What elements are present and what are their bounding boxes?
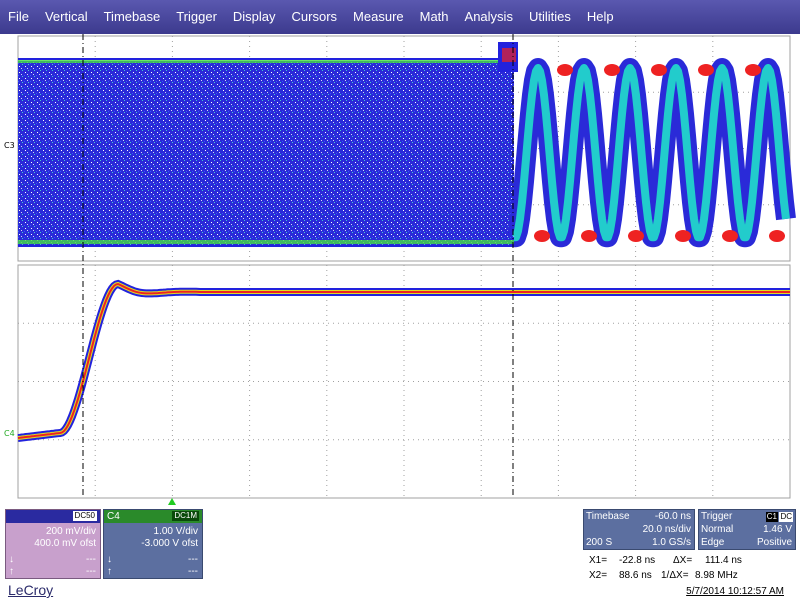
c4-value-1: --- [188,554,198,565]
brand-logo: LeCroy [8,582,54,598]
trigger-coupling-badge: DC [779,512,793,522]
timebase-panel[interactable]: Timebase -60.0 ns 20.0 ns/div 200 S 1.0 … [583,509,695,550]
menu-trigger[interactable]: Trigger [168,0,225,34]
timestamp: 5/7/2014 10:12:57 AM [686,586,784,597]
c4-descriptor-panel[interactable]: C4 DC1M 1.00 V/div -3.000 V ofst ↓ --- ↑… [103,509,203,579]
trigger-mode: Normal [701,524,734,535]
waveform-canvas[interactable] [0,34,800,504]
inv-dx-label: 1/ΔX= [661,570,689,581]
trigger-type: Edge [701,537,725,548]
inv-dx-value: 8.98 MHz [695,570,738,581]
menu-bar: File Vertical Timebase Trigger Display Cursor… [0,0,800,34]
trigger-panel[interactable]: Trigger C1 DC Normal 1.46 V Edge Positiv… [698,509,796,550]
arrow-down-icon: ↓ [9,554,14,565]
x1-label: X1= [589,555,608,566]
menu-display[interactable]: Display [225,0,284,34]
trigger-level-arrow[interactable] [168,498,176,505]
timebase-delay: -60.0 ns [654,511,691,522]
menu-file[interactable]: File [0,0,37,34]
arrow-up-icon: ↑ [107,566,112,577]
c3-channel-marker[interactable]: C3 [4,141,15,150]
trigger-slope: Positive [756,537,792,548]
c3-value-1: --- [86,554,96,565]
timebase-samples: 200 S [586,537,613,548]
c4-vdiv: 1.00 V/div [153,526,198,537]
c3-coupling-badge: DC50 [72,511,97,521]
waveform-display[interactable]: C3 C4 [0,34,800,504]
arrow-down-icon: ↓ [107,554,112,565]
dx-value: 111.4 ns [705,555,742,566]
menu-utilities[interactable]: Utilities [521,0,579,34]
trigger-level: 1.46 V [763,524,792,535]
menu-measure[interactable]: Measure [345,0,412,34]
menu-analysis[interactable]: Analysis [457,0,521,34]
c3-vdiv: 200 mV/div [45,526,96,537]
c3-persistence-trace [18,42,796,248]
arrow-up-icon: ↑ [9,566,14,577]
c4-offset: -3.000 V ofst [141,538,198,549]
menu-help[interactable]: Help [579,0,622,34]
dx-label: ΔX= [673,555,693,566]
c3-offset: 400.0 mV ofst [34,538,96,549]
c4-channel-marker[interactable]: C4 [4,429,15,438]
menu-math[interactable]: Math [412,0,457,34]
c4-coupling-badge: DC1M [172,511,199,521]
trigger-title: Trigger [701,511,733,522]
timebase-title: Timebase [586,511,630,522]
menu-cursors[interactable]: Cursors [284,0,346,34]
c3-value-2: --- [86,566,96,577]
x2-label: X2= [589,570,608,581]
cursor-readout: X1= -22.8 ns ΔX= 111.4 ns X2= 88.6 ns 1/… [585,553,797,583]
menu-timebase[interactable]: Timebase [96,0,169,34]
menu-vertical[interactable]: Vertical [37,0,96,34]
timebase-rate: 1.0 GS/s [652,537,691,548]
timebase-tdiv: 20.0 ns/div [642,524,691,535]
c3-descriptor-panel[interactable]: DC50 200 mV/div 400.0 mV ofst ↓ --- ↑ --… [5,509,101,579]
x1-value: -22.8 ns [619,555,656,566]
c3-panel-header: DC50 [6,510,100,523]
c4-panel-label: C4 [107,511,120,522]
c4-value-2: --- [188,566,198,577]
trigger-source-badge: C1 [765,512,778,522]
c4-graticule [17,264,791,499]
c4-panel-header: C4 DC1M [104,510,202,523]
x2-value: 88.6 ns [619,570,652,581]
